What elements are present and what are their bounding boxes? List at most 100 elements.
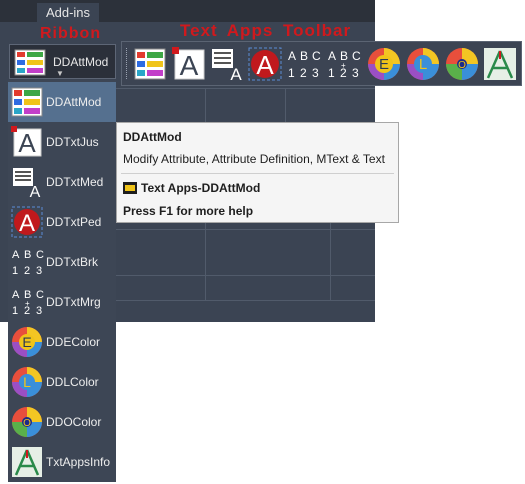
svg-text:O: O xyxy=(458,60,466,71)
svg-text:1: 1 xyxy=(328,66,335,80)
menu-item-label: DDOColor xyxy=(46,415,102,429)
menu-item-ddtxtmrg[interactable]: ABC 123 + DDTxtMrg xyxy=(8,282,116,322)
svg-text:L: L xyxy=(23,374,31,390)
ddocolor-icon: O xyxy=(446,48,478,80)
svg-text:A: A xyxy=(328,49,336,63)
svg-text:L: L xyxy=(419,56,427,73)
ddattmod-icon xyxy=(14,49,46,81)
menu-item-ddtxtmed[interactable]: A DDTxtMed xyxy=(8,162,116,202)
ddtxtmed-icon: A xyxy=(11,166,43,201)
menu-item-label: DDTxtMrg xyxy=(46,295,101,309)
menu-item-ddtxtbrk[interactable]: ABC 123 DDTxtBrk xyxy=(8,242,116,282)
svg-text:C: C xyxy=(36,249,44,261)
toolbar-ddtxtjus-button[interactable]: A xyxy=(172,47,206,81)
ddecolor-icon: E xyxy=(11,326,43,358)
svg-text:2: 2 xyxy=(24,265,30,277)
tooltip-description: Modify Attribute, Attribute Definition, … xyxy=(123,152,385,166)
menu-item-ddlcolor[interactable]: L DDLColor xyxy=(8,362,116,402)
txtappsinfo-icon xyxy=(484,48,516,80)
ribbon-annotation: Ribbon xyxy=(40,25,102,42)
grid-line xyxy=(116,88,375,89)
ddtxtbrk-icon: ABC 123 xyxy=(288,49,321,80)
toolbar-txtappsinfo-button[interactable] xyxy=(483,47,517,81)
menu-item-label: DDTxtJus xyxy=(46,135,99,149)
svg-text:3: 3 xyxy=(312,66,319,80)
svg-text:A: A xyxy=(18,128,36,158)
ddecolor-icon: E xyxy=(368,48,400,80)
ddtxtbrk-icon: ABC 123 xyxy=(11,246,44,278)
menu-item-ddtxtped[interactable]: A DDTxtPed xyxy=(8,202,116,242)
tooltip-source: Text Apps-DDAttMod xyxy=(141,181,261,195)
svg-text:C: C xyxy=(312,49,321,63)
svg-text:E: E xyxy=(22,334,31,350)
ddlcolor-icon: L xyxy=(407,48,439,80)
svg-text:B: B xyxy=(24,249,31,261)
svg-text:A: A xyxy=(30,184,41,198)
toolbar-ddtxtbrk-button[interactable]: ABC 123 xyxy=(288,47,322,81)
svg-text:3: 3 xyxy=(352,66,359,80)
menu-item-txtappsinfo[interactable]: TxtAppsInfo xyxy=(8,442,116,482)
grid-line xyxy=(285,88,286,123)
ddtxtped-icon: A xyxy=(11,206,43,238)
svg-text:O: O xyxy=(23,418,31,429)
toolbar-ddtxtmrg-button[interactable]: ABC 123 + xyxy=(328,47,362,81)
grid-line xyxy=(116,275,375,276)
toolbar-ddattmod-button[interactable] xyxy=(133,47,167,81)
svg-text:1: 1 xyxy=(12,305,18,317)
svg-text:1: 1 xyxy=(288,66,295,80)
svg-text:A: A xyxy=(256,50,274,80)
toolbar-ddecolor-button[interactable]: E xyxy=(367,47,401,81)
ddattmod-split-button[interactable]: DDAttMod ▼ xyxy=(9,44,116,79)
toolbar-grip-handle[interactable] xyxy=(126,48,130,79)
tooltip: DDAttMod Modify Attribute, Attribute Def… xyxy=(116,122,399,223)
app-source-icon xyxy=(123,181,137,194)
grid-line xyxy=(116,300,375,301)
menu-item-ddtxtjus[interactable]: A DDTxtJus xyxy=(8,122,116,162)
svg-text:+: + xyxy=(341,61,346,70)
svg-text:+: + xyxy=(25,299,30,308)
ddattmod-icon xyxy=(134,48,166,80)
svg-text:2: 2 xyxy=(300,66,307,80)
menu-item-label: DDLColor xyxy=(46,375,99,389)
tooltip-help: Press F1 for more help xyxy=(123,204,254,218)
ddtxtjus-icon: A xyxy=(172,47,205,81)
menu-item-label: DDEColor xyxy=(46,335,101,349)
svg-text:A: A xyxy=(12,249,20,261)
ddtxtmed-icon: A xyxy=(212,49,242,84)
menu-item-label: DDAttMod xyxy=(46,95,102,109)
ribbon-dropdown-menu: DDAttMod A DDTxtJus A DDTxtMed A DDTxtPe… xyxy=(8,80,116,482)
menu-item-label: DDTxtPed xyxy=(46,215,102,229)
toolbar-ddtxtmed-button[interactable]: A xyxy=(210,47,244,84)
menu-item-label: DDTxtBrk xyxy=(46,255,98,269)
menu-item-ddecolor[interactable]: E DDEColor xyxy=(8,322,116,362)
toolbar-annotation: Text Apps Toolbar xyxy=(180,21,352,40)
svg-text:A: A xyxy=(180,50,199,81)
svg-text:B: B xyxy=(300,49,308,63)
svg-text:A: A xyxy=(12,289,20,301)
ddlcolor-icon: L xyxy=(11,366,43,398)
ddtxtmrg-icon: ABC 123 + xyxy=(328,49,361,80)
svg-text:3: 3 xyxy=(36,305,42,317)
toolbar-ddocolor-button[interactable]: O xyxy=(445,47,479,81)
svg-text:C: C xyxy=(36,289,44,301)
text-apps-toolbar: A A A ABC 123 ABC 123 + E L O xyxy=(121,41,522,86)
menu-item-ddocolor[interactable]: O DDOColor xyxy=(8,402,116,442)
txtappsinfo-icon xyxy=(11,446,43,478)
split-button-label: DDAttMod xyxy=(53,55,109,69)
svg-text:1: 1 xyxy=(12,265,18,277)
ddtxtmrg-icon: ABC 123 + xyxy=(11,286,44,318)
tab-add-ins[interactable]: Add-ins xyxy=(37,3,99,22)
menu-item-ddattmod[interactable]: DDAttMod xyxy=(8,82,116,122)
svg-text:C: C xyxy=(352,49,361,63)
toolbar-ddlcolor-button[interactable]: L xyxy=(406,47,440,81)
grid-line xyxy=(116,229,375,230)
menu-item-label: DDTxtMed xyxy=(46,175,104,189)
svg-text:A: A xyxy=(230,65,242,81)
tooltip-divider xyxy=(121,173,394,174)
tooltip-title: DDAttMod xyxy=(123,130,182,144)
toolbar-ddtxtped-button[interactable]: A xyxy=(248,47,282,81)
svg-text:A: A xyxy=(288,49,296,63)
ddattmod-icon xyxy=(11,86,43,118)
svg-text:A: A xyxy=(19,210,35,237)
chevron-down-icon[interactable]: ▼ xyxy=(56,69,64,78)
